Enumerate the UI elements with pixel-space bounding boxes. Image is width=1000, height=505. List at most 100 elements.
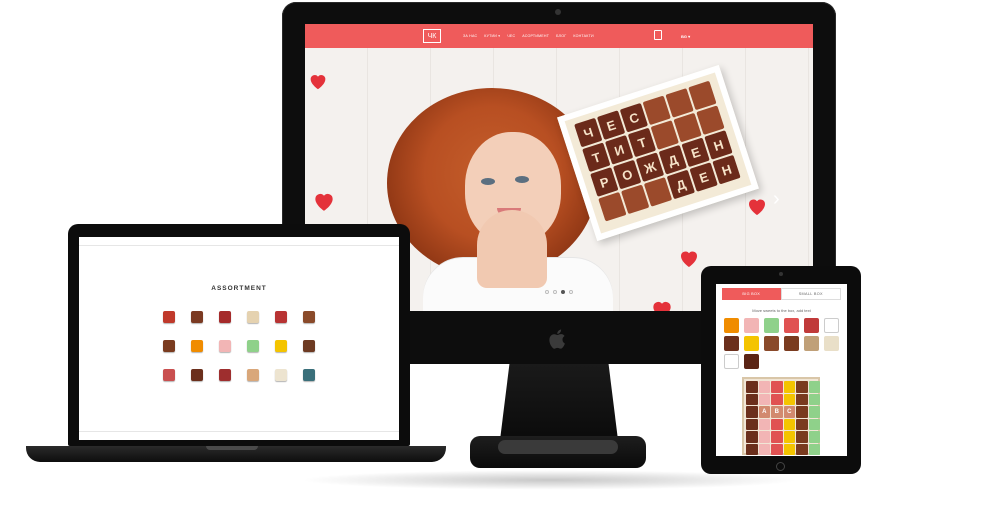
assortment-item[interactable] [295,369,323,384]
palette-sweet[interactable] [724,354,739,369]
box-slot[interactable] [746,443,758,455]
box-slot[interactable] [808,381,820,393]
box-slot[interactable] [783,418,795,430]
heart-decoration [749,199,765,215]
language-selector[interactable]: BG ▾ [681,24,690,48]
tablet-screen: BIG BOX SMALL BOX Move sweets to the box… [716,284,847,456]
tablet-home-button[interactable] [776,462,785,471]
box-slot[interactable] [758,418,770,430]
box-slot[interactable] [771,443,783,455]
assortment-item[interactable] [267,311,295,326]
site-logo[interactable]: ЧК [423,29,441,43]
assortment-item[interactable] [183,340,211,355]
assortment-item[interactable] [211,369,239,384]
box-slot[interactable] [771,418,783,430]
assortment-item[interactable] [183,369,211,384]
assortment-item[interactable] [295,311,323,326]
box-slot[interactable] [796,393,808,405]
box-slot[interactable] [758,393,770,405]
palette-sweet[interactable] [764,318,779,333]
assortment-item[interactable] [239,340,267,355]
slider-dot[interactable] [545,290,549,294]
box-slot[interactable] [796,418,808,430]
menu-item-about[interactable]: ЗА НАС [463,34,477,38]
box-letter-slot[interactable]: C [783,406,795,418]
box-slot[interactable] [758,381,770,393]
box-letter-slot[interactable]: A [758,406,770,418]
box-slot[interactable] [796,443,808,455]
assortment-item[interactable] [267,340,295,355]
slider-dot[interactable] [553,290,557,294]
palette-sweet[interactable] [824,336,839,351]
tab-big-box[interactable]: BIG BOX [722,288,781,300]
box-slot[interactable] [746,381,758,393]
sweets-palette [724,318,839,369]
slider-dot-active[interactable] [561,290,565,294]
palette-sweet[interactable] [824,318,839,333]
slider-dot[interactable] [569,290,573,294]
assortment-item[interactable] [211,311,239,326]
assortment-item[interactable] [295,340,323,355]
box-slot[interactable] [808,406,820,418]
device-mockup-stage: ЧК ЗА НАС КУТИИ ▾ ЧЕС АСОРТИМЕНТ БЛОГ КО… [0,0,1000,505]
box-slot[interactable] [808,418,820,430]
laptop-screen: ASSORTMENT [79,237,399,440]
imac-camera [555,9,561,15]
box-slot[interactable] [783,443,795,455]
box-slot[interactable] [746,393,758,405]
slider-next-arrow[interactable]: › [773,188,780,211]
box-slot[interactable] [746,406,758,418]
palette-sweet[interactable] [784,336,799,351]
imac-stand-neck [500,364,618,440]
box-slot[interactable] [783,393,795,405]
box-slot[interactable] [758,443,770,455]
assortment-grid [155,311,323,384]
box-slot[interactable] [808,431,820,443]
box-slot[interactable] [771,431,783,443]
menu-item-contacts[interactable]: КОНТАКТИ [573,34,593,38]
palette-sweet[interactable] [784,318,799,333]
palette-sweet[interactable] [804,336,819,351]
palette-sweet[interactable] [724,336,739,351]
chocolate-letter: Н [712,154,741,185]
assortment-item[interactable] [155,340,183,355]
box-slot[interactable] [808,443,820,455]
palette-sweet[interactable] [804,318,819,333]
heart-decoration [681,251,697,267]
box-slot[interactable] [758,431,770,443]
assortment-item[interactable] [267,369,295,384]
box-slot[interactable] [796,381,808,393]
box-slot[interactable] [771,393,783,405]
menu-item-blog[interactable]: БЛОГ [556,34,566,38]
box-slots: ABC [746,381,820,455]
palette-sweet[interactable] [744,318,759,333]
palette-sweet[interactable] [744,354,759,369]
box-slot[interactable] [783,431,795,443]
palette-sweet[interactable] [764,336,779,351]
laptop-device: ASSORTMENT [68,224,410,446]
palette-sweet[interactable] [744,336,759,351]
chocolate-box-builder[interactable]: ABC [742,377,820,455]
assortment-item[interactable] [155,311,183,326]
sweet-swatch [275,340,287,352]
assortment-item[interactable] [211,340,239,355]
assortment-item[interactable] [239,369,267,384]
assortment-item[interactable] [183,311,211,326]
assortment-item[interactable] [155,369,183,384]
box-letter-slot[interactable]: B [771,406,783,418]
shopping-bag-icon[interactable] [654,30,662,40]
box-slot[interactable] [796,431,808,443]
box-slot[interactable] [771,381,783,393]
palette-sweet[interactable] [724,318,739,333]
box-slot[interactable] [796,406,808,418]
menu-item-assortment[interactable]: АСОРТИМЕНТ [522,34,549,38]
assortment-item[interactable] [239,311,267,326]
box-slot[interactable] [746,431,758,443]
tab-small-box[interactable]: SMALL BOX [780,288,841,300]
box-slot[interactable] [746,418,758,430]
box-slot[interactable] [783,381,795,393]
menu-item-boxes[interactable]: КУТИИ ▾ [484,34,500,38]
menu-item-faq[interactable]: ЧЕС [507,34,515,38]
sweet-swatch [191,311,203,323]
box-slot[interactable] [808,393,820,405]
